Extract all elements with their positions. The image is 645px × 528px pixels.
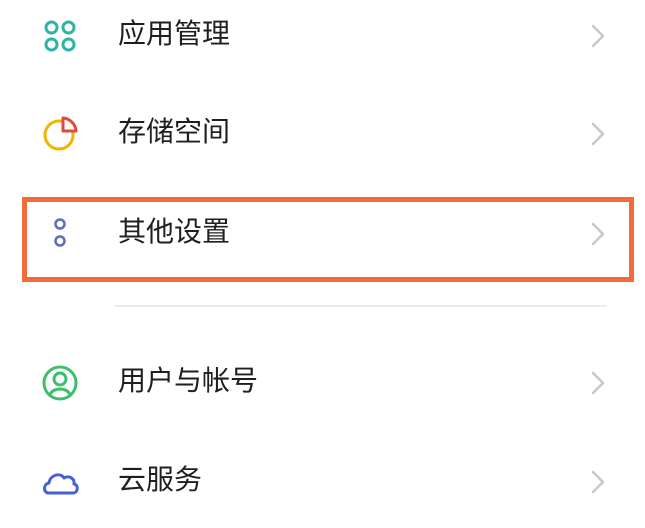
- storage-pie-icon: [43, 116, 78, 151]
- settings-item-label: 云服务: [118, 463, 203, 496]
- settings-item-other-settings[interactable]: 其他设置: [0, 184, 645, 284]
- settings-item-label: 其他设置: [118, 215, 231, 248]
- app-grid-icon: [44, 20, 76, 52]
- chevron-right-icon: [591, 470, 605, 494]
- settings-item-user-account[interactable]: 用户与帐号: [0, 333, 645, 433]
- settings-item-app-management[interactable]: 应用管理: [0, 0, 645, 86]
- divider: [115, 305, 607, 307]
- settings-item-cloud-service[interactable]: 云服务: [0, 432, 645, 528]
- settings-page: 应用管理 存储空间 其他设置 用户与帐号 云服务: [0, 0, 645, 528]
- user-account-icon: [42, 365, 78, 401]
- more-dots-icon: [54, 218, 66, 247]
- settings-item-storage[interactable]: 存储空间: [0, 84, 645, 184]
- chevron-right-icon: [591, 122, 605, 146]
- chevron-right-icon: [591, 222, 605, 246]
- chevron-right-icon: [591, 24, 605, 48]
- chevron-right-icon: [591, 371, 605, 395]
- settings-item-label: 存储空间: [118, 115, 231, 148]
- settings-item-label: 用户与帐号: [118, 364, 259, 397]
- settings-item-label: 应用管理: [118, 17, 231, 50]
- cloud-icon: [43, 473, 79, 495]
